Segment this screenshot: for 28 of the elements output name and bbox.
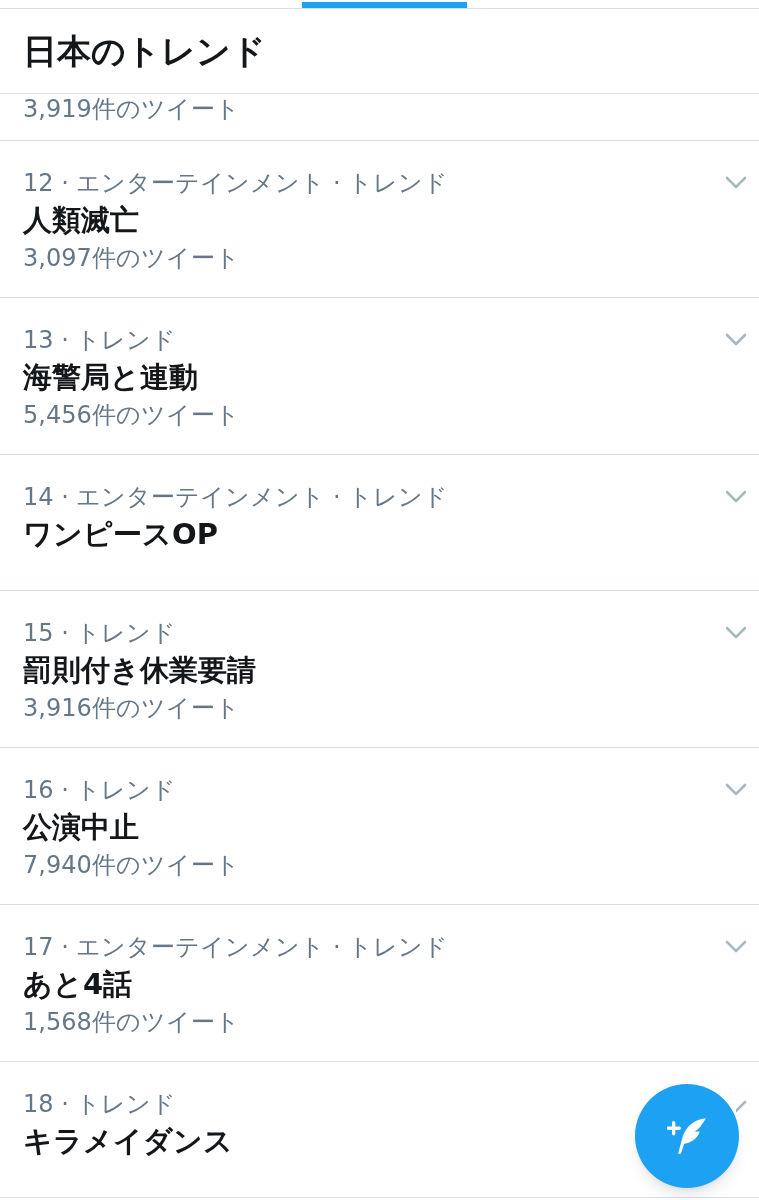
tweet-count: 5,456件のツイート [23,400,240,431]
trend-name[interactable]: 人類滅亡 [23,201,139,239]
trend-name[interactable]: 海警局と連動 [23,358,198,396]
chevron-down-icon[interactable] [725,333,747,346]
chevron-down-icon[interactable] [725,176,747,189]
chevron-down-icon[interactable] [725,626,747,639]
page-title: 日本のトレンド [23,30,266,72]
trend-meta: 13 · トレンド [23,325,177,356]
chevron-down-icon[interactable] [725,940,747,953]
chevron-down-icon[interactable] [725,783,747,796]
trend-meta: 14 · エンターテインメント · トレンド [23,482,449,513]
trend-meta: 16 · トレンド [23,775,177,806]
tweet-count: 3,097件のツイート [23,243,240,274]
trend-name[interactable]: あと4話 [23,965,133,1003]
feather-plus-icon [667,1117,707,1155]
tweet-count: 7,940件のツイート [23,850,240,881]
tweet-count: 3,919件のツイート [23,94,240,124]
trend-name[interactable]: キラメイダンス [23,1122,233,1160]
trend-meta: 12 · エンターテインメント · トレンド [23,168,449,199]
trend-name[interactable]: 罰則付き休業要請 [23,651,256,689]
trend-name[interactable]: 公演中止 [23,808,139,846]
trend-name[interactable]: ワンピースOP [23,515,218,553]
tweet-count: 1,568件のツイート [23,1007,240,1038]
chevron-down-icon[interactable] [725,490,747,503]
trend-meta: 18 · トレンド [23,1089,177,1120]
tweet-count: 3,916件のツイート [23,693,240,724]
trend-meta: 17 · エンターテインメント · トレンド [23,932,449,963]
trend-meta: 15 · トレンド [23,618,177,649]
